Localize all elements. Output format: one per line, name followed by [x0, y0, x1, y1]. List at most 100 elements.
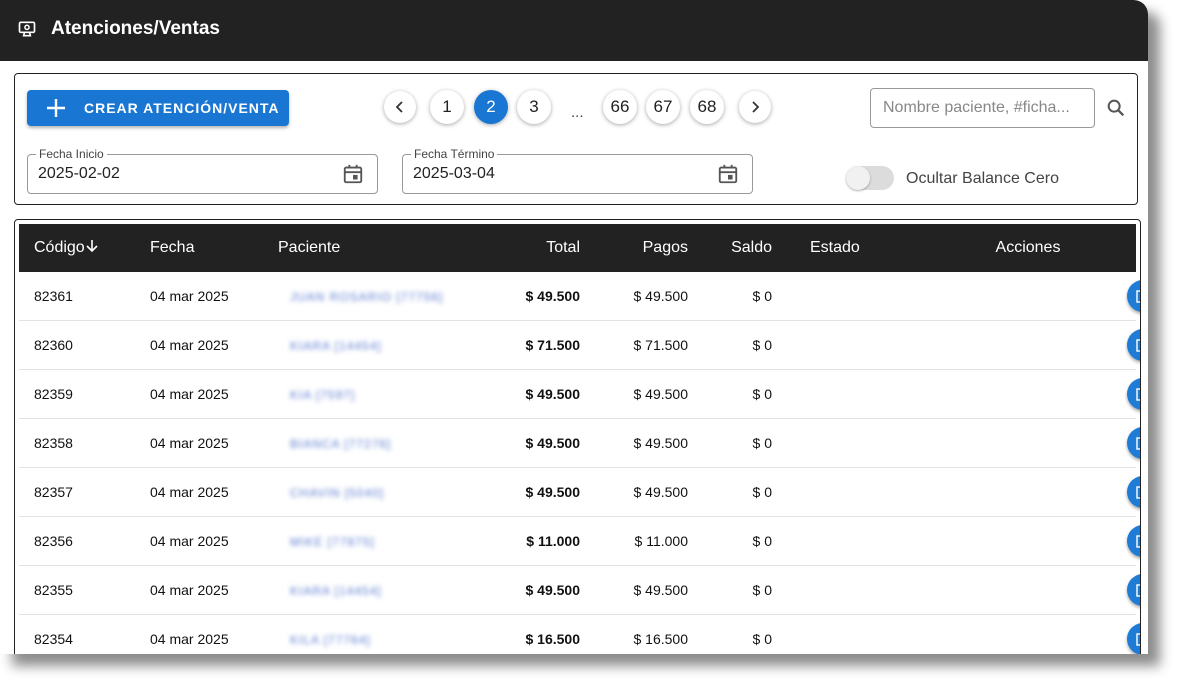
cell-balance: $ 0 [752, 582, 772, 598]
cell-balance: $ 0 [752, 631, 772, 647]
edit-button[interactable] [1127, 574, 1140, 606]
cell-patient[interactable]: BIANCA [77276] [278, 419, 488, 468]
end-date-field[interactable]: Fecha Término [402, 147, 753, 194]
start-date-field[interactable]: Fecha Inicio [27, 147, 378, 194]
cell-status [772, 566, 920, 615]
page-button-1[interactable]: 1 [430, 90, 464, 124]
table-row[interactable]: 82359 04 mar 2025 KIA [7597] $ 49.500 $ … [19, 370, 1140, 419]
cell-patient[interactable]: JUAN ROSARIO [77756] [278, 272, 488, 321]
cell-patient[interactable]: KIARA [14454] [278, 321, 488, 370]
table-row[interactable]: 82358 04 mar 2025 BIANCA [77276] $ 49.50… [19, 419, 1140, 468]
edit-icon [1136, 486, 1140, 499]
cell-code: 82359 [34, 386, 73, 402]
edit-icon [1136, 290, 1140, 303]
patient-name: KIARA [14454] [290, 339, 382, 353]
cell-code: 82357 [34, 484, 73, 500]
cell-actions [920, 419, 1140, 468]
cell-patient[interactable]: MIKE [77875] [278, 517, 488, 566]
column-header-code[interactable]: Código [19, 224, 150, 272]
patient-name: KILA [77764] [290, 633, 371, 647]
cell-code: 82361 [34, 288, 73, 304]
next-page-button[interactable] [739, 91, 771, 123]
create-sale-button[interactable]: CREAR ATENCIÓN/VENTA [27, 90, 289, 126]
patient-name: BIANCA [77276] [290, 437, 392, 451]
cell-date: 04 mar 2025 [150, 631, 229, 647]
cell-balance: $ 0 [752, 386, 772, 402]
column-header-actions: Acciones [995, 239, 1061, 256]
title-bar: Atenciones/Ventas [0, 0, 1148, 61]
cell-code: 82354 [34, 631, 73, 647]
cell-date: 04 mar 2025 [150, 484, 229, 500]
cell-total: $ 49.500 [525, 435, 581, 451]
cell-patient[interactable]: KIARA [14454] [278, 566, 488, 615]
cell-actions [920, 615, 1140, 654]
edit-icon [1136, 437, 1140, 450]
page-button-66[interactable]: 66 [603, 90, 637, 124]
edit-icon [1136, 584, 1140, 597]
search-icon[interactable] [1105, 97, 1127, 119]
cell-actions [920, 517, 1140, 566]
cell-date: 04 mar 2025 [150, 533, 229, 549]
table-row[interactable]: 82354 04 mar 2025 KILA [77764] $ 16.500 … [19, 615, 1140, 655]
toggle-knob [846, 166, 870, 190]
page-button-67[interactable]: 67 [646, 90, 680, 124]
table-row[interactable]: 82356 04 mar 2025 MIKE [77875] $ 11.000 … [19, 517, 1140, 566]
edit-button[interactable] [1127, 378, 1140, 410]
page-button-3[interactable]: 3 [517, 90, 551, 124]
calendar-icon[interactable] [717, 163, 739, 185]
edit-icon [1136, 535, 1140, 548]
start-date-label: Fecha Inicio [36, 147, 107, 161]
edit-button[interactable] [1127, 280, 1140, 312]
search-input[interactable] [870, 88, 1095, 128]
cell-actions [920, 370, 1140, 419]
cell-code: 82358 [34, 435, 73, 451]
patient-name: JUAN ROSARIO [77756] [290, 290, 444, 304]
column-header-payments[interactable]: Pagos [580, 224, 688, 272]
hide-zero-balance-toggle[interactable] [846, 166, 894, 190]
cell-code: 82360 [34, 337, 73, 353]
table-header-row: Código Fecha Paciente Total Pagos Saldo … [19, 224, 1136, 272]
patient-name: CHAVIN [5040] [290, 486, 385, 500]
cell-patient[interactable]: KIA [7597] [278, 370, 488, 419]
cell-balance: $ 0 [752, 484, 772, 500]
edit-button[interactable] [1127, 427, 1140, 459]
edit-button[interactable] [1127, 525, 1140, 557]
cell-actions [920, 272, 1140, 321]
column-header-status[interactable]: Estado [772, 224, 920, 272]
money-monitor-icon [18, 21, 36, 37]
edit-icon [1136, 339, 1140, 352]
prev-page-button[interactable] [384, 91, 416, 123]
table-row[interactable]: 82360 04 mar 2025 KIARA [14454] $ 71.500… [19, 321, 1140, 370]
cell-total: $ 71.500 [525, 337, 581, 353]
edit-button[interactable] [1127, 476, 1140, 508]
sales-table: Código Fecha Paciente Total Pagos Saldo … [19, 224, 1140, 655]
plus-icon [47, 99, 65, 117]
cell-date: 04 mar 2025 [150, 435, 229, 451]
cell-payments: $ 49.500 [633, 386, 689, 402]
page-button-2[interactable]: 2 [474, 90, 508, 124]
hide-zero-balance-label: Ocultar Balance Cero [906, 170, 1059, 187]
table-row[interactable]: 82357 04 mar 2025 CHAVIN [5040] $ 49.500… [19, 468, 1140, 517]
cell-patient[interactable]: KILA [77764] [278, 615, 488, 655]
cell-patient[interactable]: CHAVIN [5040] [278, 468, 488, 517]
table-row[interactable]: 82355 04 mar 2025 KIARA [14454] $ 49.500… [19, 566, 1140, 615]
patient-name: KIA [7597] [290, 388, 356, 402]
cell-status [772, 370, 920, 419]
column-label: Código [34, 239, 85, 256]
column-header-total[interactable]: Total [488, 224, 580, 272]
edit-button[interactable] [1127, 623, 1140, 654]
cell-status [772, 468, 920, 517]
table-row[interactable]: 82361 04 mar 2025 JUAN ROSARIO [77756] $… [19, 272, 1140, 321]
filter-panel: CREAR ATENCIÓN/VENTA 1 2 3 ... 66 67 68 … [14, 73, 1138, 205]
end-date-input[interactable] [413, 163, 693, 185]
column-header-date[interactable]: Fecha [150, 224, 278, 272]
column-header-balance[interactable]: Saldo [688, 224, 772, 272]
column-header-patient[interactable]: Paciente [278, 224, 488, 272]
arrow-down-icon [86, 240, 98, 253]
page-button-68[interactable]: 68 [690, 90, 724, 124]
app-window: Atenciones/Ventas CREAR ATENCIÓN/VENTA 1… [0, 0, 1148, 654]
calendar-icon[interactable] [342, 163, 364, 185]
edit-button[interactable] [1127, 329, 1140, 361]
chevron-left-icon [395, 101, 403, 113]
start-date-input[interactable] [38, 163, 318, 185]
